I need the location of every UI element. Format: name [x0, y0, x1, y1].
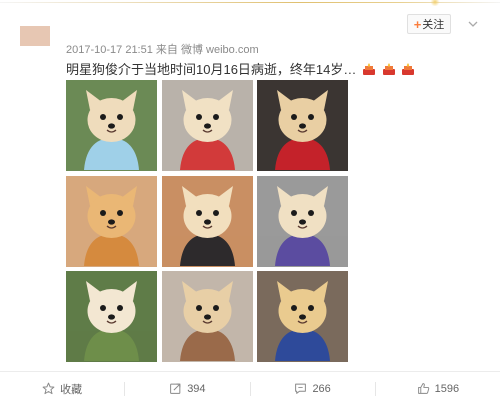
gold-line [0, 2, 500, 3]
post-timestamp[interactable]: 2017-10-17 21:51 [66, 44, 153, 56]
photo-5[interactable] [161, 175, 253, 267]
post-meta: 2017-10-17 21:51 来自 微博 weibo.com [66, 41, 259, 57]
candle-icon [362, 63, 376, 76]
repost-icon [170, 383, 181, 394]
candle-icon [401, 63, 415, 76]
like-button[interactable]: 1596 [376, 372, 500, 405]
action-bar: 收藏 394 266 1596 [0, 372, 500, 405]
like-count: 1596 [434, 382, 460, 395]
star-icon [42, 382, 55, 395]
ellipsis: … [343, 62, 357, 77]
photo-8[interactable] [161, 271, 253, 362]
follow-button[interactable]: + 关注 [407, 14, 451, 34]
avatar[interactable] [20, 26, 50, 46]
favorite-button[interactable]: 收藏 [0, 372, 124, 405]
repost-count: 394 [187, 382, 206, 395]
candle-icon [382, 63, 396, 76]
photo-1[interactable] [66, 80, 157, 171]
favorite-label: 收藏 [60, 383, 83, 396]
photo-3[interactable] [257, 80, 348, 171]
post-body: 明星狗俊介于当地时间10月16日病逝，终年14岁 [66, 62, 344, 77]
photo-7[interactable] [66, 271, 157, 362]
chevron-down-icon[interactable] [466, 18, 480, 30]
comment-count: 266 [312, 382, 331, 395]
plus-icon: + [413, 16, 422, 32]
post-text: 明星狗俊介于当地时间10月16日病逝，终年14岁… [66, 59, 415, 78]
source-prefix: 来自 [155, 44, 178, 56]
photo-grid [66, 80, 353, 364]
repost-button[interactable]: 394 [125, 372, 249, 405]
top-decoration [0, 0, 500, 10]
post-source[interactable]: 微博 weibo.com [181, 44, 259, 56]
comment-icon [295, 383, 307, 394]
follow-label: 关注 [422, 19, 445, 31]
photo-9[interactable] [257, 271, 348, 362]
photo-4[interactable] [66, 175, 157, 267]
photo-2[interactable] [161, 80, 253, 171]
like-icon [417, 383, 429, 394]
comment-button[interactable]: 266 [251, 372, 375, 405]
sparkle [430, 0, 440, 6]
photo-6[interactable] [257, 175, 348, 267]
